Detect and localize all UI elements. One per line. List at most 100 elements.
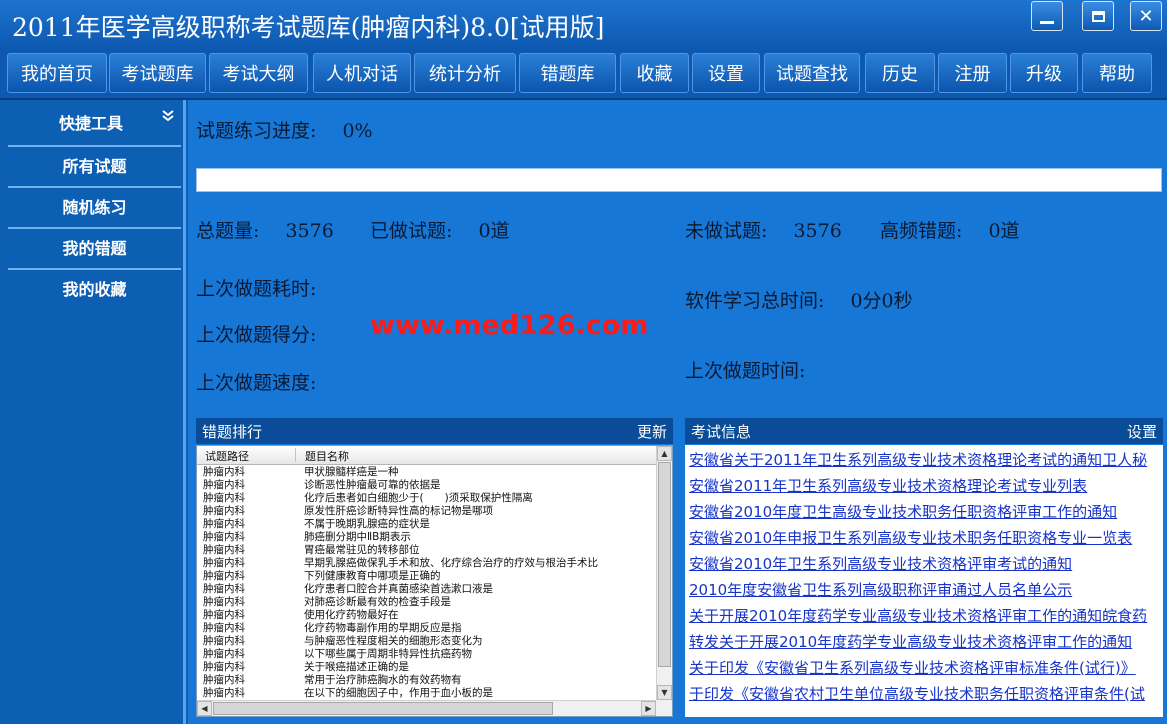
progress-bar bbox=[196, 168, 1162, 192]
table-row[interactable]: 肿瘤内科 原发性肝癌诊断特异性高的标记物是哪项 bbox=[197, 505, 660, 518]
scroll-left-icon[interactable]: ◀ bbox=[197, 701, 212, 716]
menu-wrong-bank[interactable]: 错题库 bbox=[519, 53, 616, 93]
done-count: 已做试题: 0道 bbox=[370, 216, 510, 243]
table-row[interactable]: 肿瘤内科 化疗药物毒副作用的早期反应是指 bbox=[197, 622, 660, 635]
menu-upgrade[interactable]: 升级 bbox=[1010, 53, 1078, 93]
total-label: 总题量: bbox=[196, 220, 260, 242]
row-path: 肿瘤内科 bbox=[203, 596, 245, 608]
hscroll-thumb[interactable] bbox=[213, 702, 553, 715]
table-row[interactable]: 肿瘤内科 化疗患者口腔合并真菌感染首选漱口液是 bbox=[197, 583, 660, 596]
table-row[interactable]: 肿瘤内科 不属于晚期乳腺癌的症状是 bbox=[197, 518, 660, 531]
row-title: 常用于治疗肺癌胸水的有效药物有 bbox=[304, 674, 462, 686]
news-link[interactable]: 安徽省2011年卫生系列高级专业技术资格理论考试专业列表 bbox=[689, 475, 1163, 501]
row-path: 肿瘤内科 bbox=[203, 531, 245, 543]
table-row[interactable]: 肿瘤内科 在以下的细胞因子中，作用于血小板的是 bbox=[197, 687, 660, 700]
table-row[interactable]: 肿瘤内科 与肿瘤恶性程度相关的细胞形态变化为 bbox=[197, 635, 660, 648]
total-study-label: 软件学习总时间: bbox=[685, 290, 825, 312]
menu-register[interactable]: 注册 bbox=[938, 53, 1007, 93]
row-path: 肿瘤内科 bbox=[203, 661, 245, 673]
news-link[interactable]: 安徽省2010年申报卫生系列高级专业技术职务任职资格专业一览表 bbox=[689, 527, 1163, 553]
news-link[interactable]: 关于印发《安徽省卫生系列高级专业技术资格评审标准条件(试行)》 bbox=[689, 657, 1163, 683]
table-row[interactable]: 肿瘤内科 以下哪些属于周期非特异性抗癌药物 bbox=[197, 648, 660, 661]
row-path: 肿瘤内科 bbox=[203, 570, 245, 582]
news-link[interactable]: 安徽省2010年卫生系列高级专业技术资格评审考试的通知 bbox=[689, 553, 1163, 579]
menu-dialogue[interactable]: 人机对话 bbox=[313, 53, 411, 93]
table-row[interactable]: 肿瘤内科 下列健康教育中哪项是正确的 bbox=[197, 570, 660, 583]
table-row[interactable]: 肿瘤内科 使用化疗药物最好在 bbox=[197, 609, 660, 622]
news-link[interactable]: 关于开展2010年度药学专业高级专业技术资格评审工作的通知皖食药 bbox=[689, 605, 1163, 631]
news-link[interactable]: 2010年度安徽省卫生系列高级职称评审通过人员名单公示 bbox=[689, 579, 1163, 605]
row-title: 甲状腺髓样癌是一种 bbox=[304, 466, 399, 478]
news-link[interactable]: 于印发《安徽省农村卫生单位高级专业技术职务任职资格评审条件(试 bbox=[689, 683, 1163, 709]
menu-settings[interactable]: 设置 bbox=[692, 53, 760, 93]
row-title: 对肺癌诊断最有效的检查手段是 bbox=[304, 596, 451, 608]
sidebar-item-random-practice[interactable]: 随机练习 bbox=[8, 186, 181, 224]
column-header-title[interactable]: 题目名称 bbox=[305, 448, 349, 464]
sidebar-item-my-favorites[interactable]: 我的收藏 bbox=[8, 268, 181, 306]
watermark-text: www.med126.com bbox=[370, 310, 649, 341]
row-path: 肿瘤内科 bbox=[203, 674, 245, 686]
horizontal-scrollbar[interactable]: ◀ ▶ bbox=[197, 700, 656, 716]
total-count: 总题量: 3576 bbox=[196, 216, 334, 243]
row-title: 早期乳腺癌做保乳手术和放、化疗综合治疗的疗效与根治手术比 bbox=[304, 557, 598, 569]
menu-help[interactable]: 帮助 bbox=[1082, 53, 1152, 93]
table-row[interactable]: 肿瘤内科 胃癌最常驻见的转移部位 bbox=[197, 544, 660, 557]
table-row[interactable]: 肿瘤内科 肺癌删分期中ⅡB期表示 bbox=[197, 531, 660, 544]
menu-home[interactable]: 我的首页 bbox=[7, 53, 107, 93]
maximize-icon[interactable] bbox=[1082, 1, 1114, 31]
column-header-path[interactable]: 试题路径 bbox=[205, 448, 249, 464]
scroll-down-icon[interactable]: ▼ bbox=[657, 685, 672, 700]
row-path: 肿瘤内科 bbox=[203, 505, 245, 517]
sidebar-header[interactable]: 快捷工具 bbox=[0, 108, 186, 134]
sidebar-item-all-questions[interactable]: 所有试题 bbox=[8, 145, 181, 183]
scroll-right-icon[interactable]: ▶ bbox=[641, 701, 656, 716]
news-link[interactable]: 转发关于开展2010年度药学专业高级专业技术资格评审工作的通知 bbox=[689, 631, 1163, 657]
row-path: 肿瘤内科 bbox=[203, 518, 245, 530]
total-study-time: 软件学习总时间: 0分0秒 bbox=[685, 286, 913, 313]
menu-favorites[interactable]: 收藏 bbox=[620, 53, 689, 93]
news-link[interactable]: 安徽省关于2011年卫生系列高级专业技术资格理论考试的通知卫人秘 bbox=[689, 449, 1163, 475]
done-label: 已做试题: bbox=[370, 220, 453, 242]
list-header: 试题路径 题目名称 bbox=[197, 446, 660, 465]
wrong-ranking-update-button[interactable]: 更新 bbox=[637, 421, 667, 442]
table-row[interactable]: 肿瘤内科 关于喉癌描述正确的是 bbox=[197, 661, 660, 674]
scroll-thumb[interactable] bbox=[658, 462, 671, 667]
row-title: 在以下的细胞因子中，作用于血小板的是 bbox=[304, 687, 493, 699]
row-title: 原发性肝癌诊断特异性高的标记物是哪项 bbox=[304, 505, 493, 517]
title-bar: 2011年医学高级职称考试题库(肿瘤内科)8.0[试用版] ✕ bbox=[0, 0, 1167, 50]
sidebar-item-my-wrong[interactable]: 我的错题 bbox=[8, 227, 181, 265]
table-row[interactable]: 肿瘤内科 化疗后患者如白细胞少于( )须采取保护性隔离 bbox=[197, 492, 660, 505]
last-score-label: 上次做题得分: bbox=[196, 324, 317, 346]
undone-label: 未做试题: bbox=[685, 220, 768, 242]
menu-exam-outline[interactable]: 考试大纲 bbox=[209, 53, 308, 93]
close-icon[interactable]: ✕ bbox=[1130, 1, 1162, 31]
wrong-ranking-list[interactable]: 试题路径 题目名称 肿瘤内科 甲状腺髓样癌是一种 肿瘤内科 诊断恶性肿瘤最可靠的依据是… bbox=[196, 445, 673, 717]
row-title: 以下哪些属于周期非特异性抗癌药物 bbox=[304, 648, 472, 660]
table-row[interactable]: 肿瘤内科 常用于治疗肺癌胸水的有效药物有 bbox=[197, 674, 660, 687]
menu-question-bank[interactable]: 考试题库 bbox=[109, 53, 206, 93]
scroll-corner bbox=[656, 700, 672, 716]
menu-statistics[interactable]: 统计分析 bbox=[414, 53, 516, 93]
minimize-icon[interactable] bbox=[1031, 1, 1063, 31]
menu-history[interactable]: 历史 bbox=[865, 53, 935, 93]
sidebar-header-label: 快捷工具 bbox=[59, 114, 124, 133]
progress-value: 0% bbox=[342, 120, 373, 142]
row-path: 肿瘤内科 bbox=[203, 544, 245, 556]
exam-info-header: 考试信息 设置 bbox=[685, 418, 1163, 444]
window-title: 2011年医学高级职称考试题库(肿瘤内科)8.0[试用版] bbox=[12, 13, 605, 42]
double-chevron-down-icon[interactable] bbox=[162, 109, 174, 127]
row-path: 肿瘤内科 bbox=[203, 635, 245, 647]
menu-search[interactable]: 试题查找 bbox=[764, 53, 860, 93]
table-row[interactable]: 肿瘤内科 诊断恶性肿瘤最可靠的依据是 bbox=[197, 479, 660, 492]
scroll-up-icon[interactable]: ▲ bbox=[657, 446, 672, 461]
table-row[interactable]: 肿瘤内科 甲状腺髓样癌是一种 bbox=[197, 466, 660, 479]
row-title: 胃癌最常驻见的转移部位 bbox=[304, 544, 420, 556]
news-link[interactable]: 安徽省2010年度卫生高级专业技术职务任职资格评审工作的通知 bbox=[689, 501, 1163, 527]
table-row[interactable]: 肿瘤内科 早期乳腺癌做保乳手术和放、化疗综合治疗的疗效与根治手术比 bbox=[197, 557, 660, 570]
row-title: 化疗药物毒副作用的早期反应是指 bbox=[304, 622, 462, 634]
table-row[interactable]: 肿瘤内科 对肺癌诊断最有效的检查手段是 bbox=[197, 596, 660, 609]
exam-info-settings-button[interactable]: 设置 bbox=[1127, 421, 1157, 442]
last-date-label: 上次做题时间: bbox=[685, 360, 806, 382]
row-path: 肿瘤内科 bbox=[203, 687, 245, 699]
vertical-scrollbar[interactable]: ▲ ▼ bbox=[656, 446, 672, 700]
